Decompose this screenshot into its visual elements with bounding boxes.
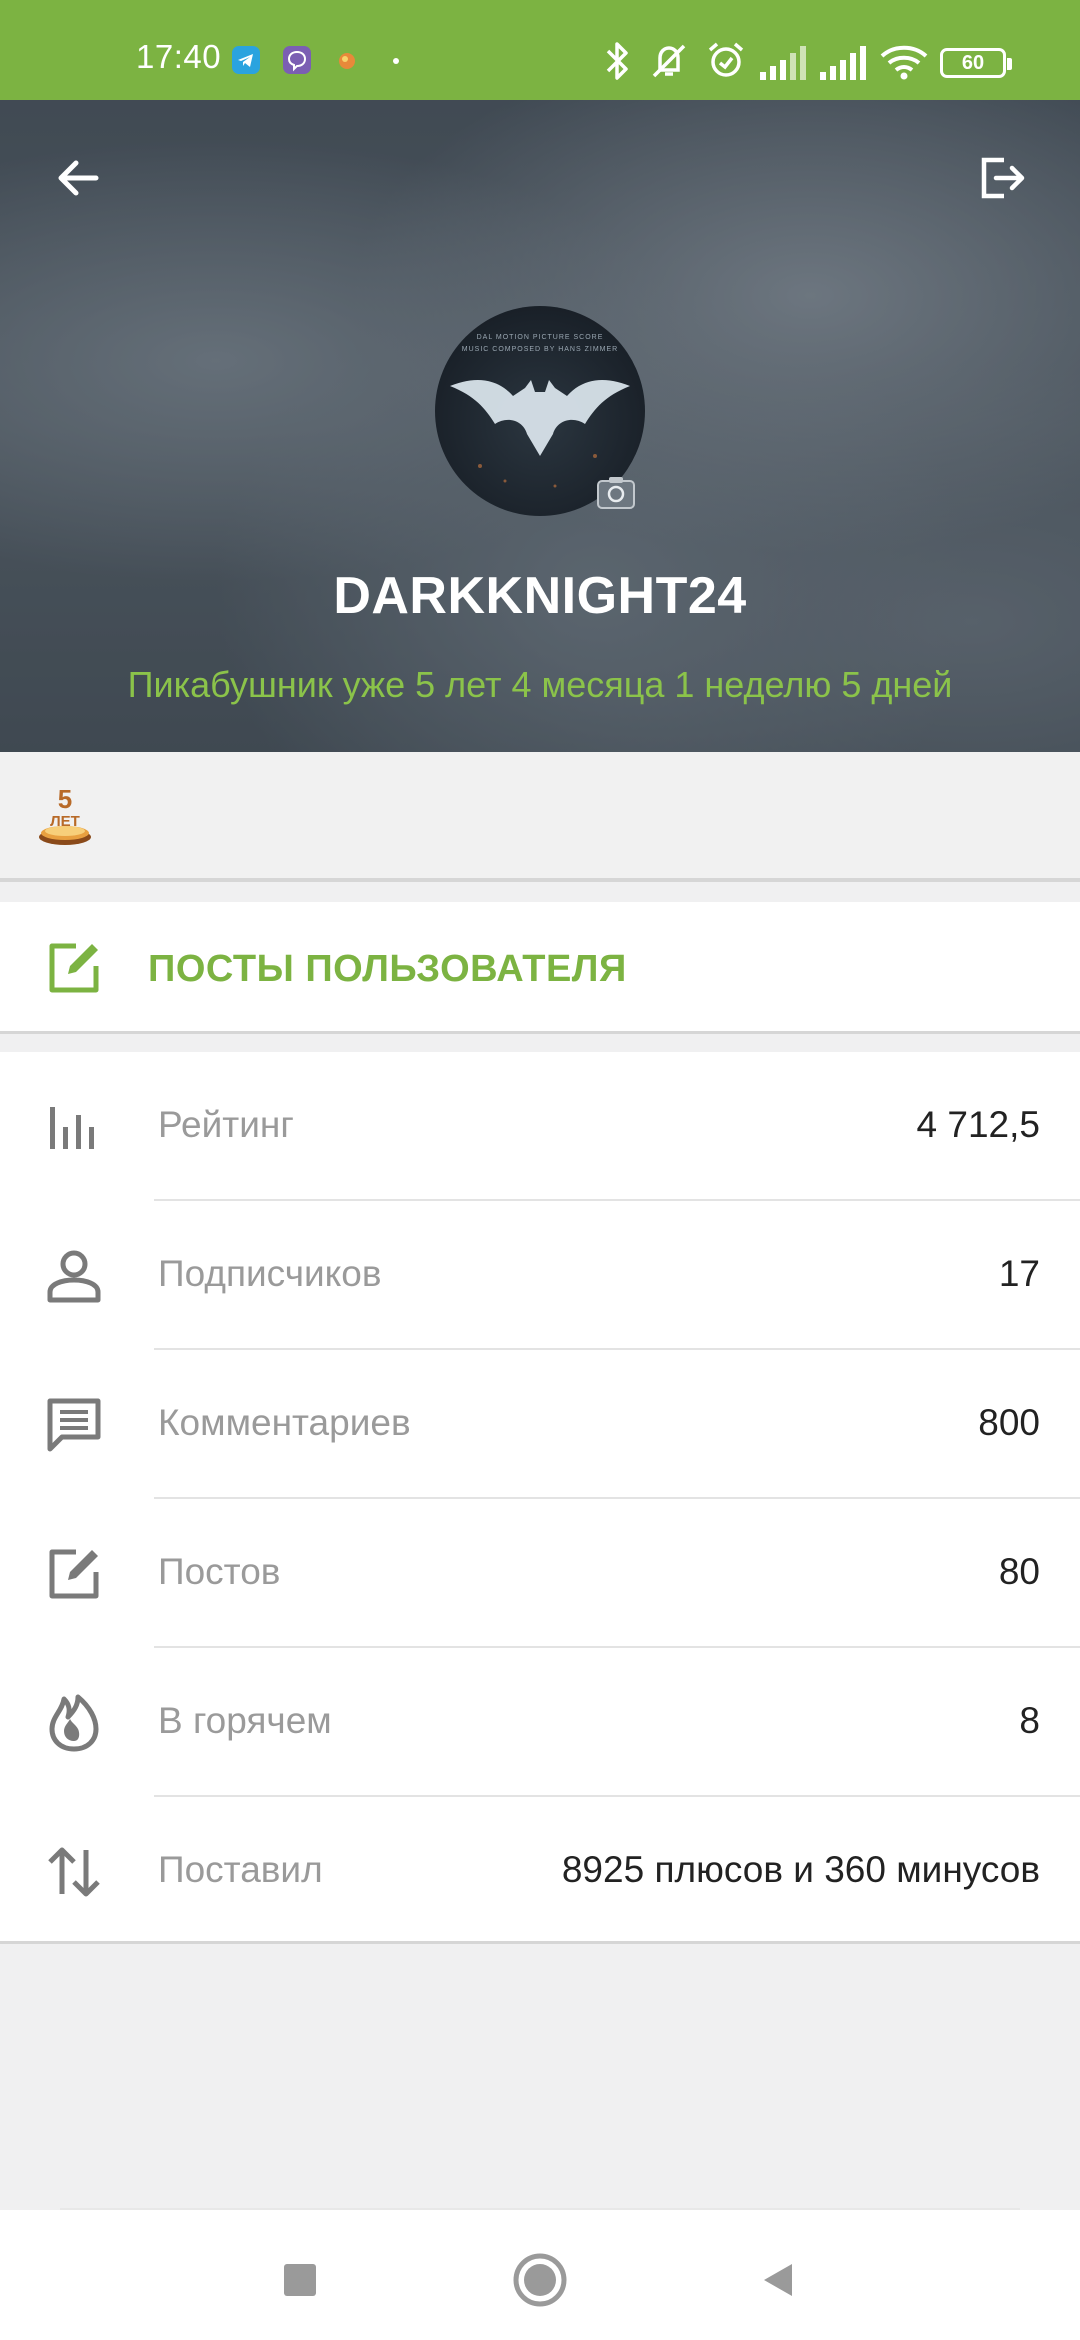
- username: DARKKNIGHT24: [333, 567, 747, 625]
- telegram-icon: [232, 46, 260, 74]
- sort-icon: [48, 1847, 100, 1897]
- stat-value: 80: [998, 1551, 1040, 1592]
- recents-button[interactable]: [270, 2250, 330, 2310]
- user-posts-label: ПОСТЫ ПОЛЬЗОВАТЕЛЯ: [148, 948, 627, 990]
- stat-label: Поставил: [158, 1849, 323, 1890]
- bluetooth-icon: [606, 42, 628, 80]
- rating-icon: [50, 1107, 94, 1149]
- app-icon: [333, 46, 361, 74]
- viber-icon: [283, 46, 311, 74]
- back-nav-button[interactable]: [748, 2250, 808, 2310]
- circle-icon: [513, 2253, 567, 2307]
- mute-icon: [652, 44, 686, 78]
- profile-header: DAL MOTION PICTURE SCORE MUSIC COMPOSED …: [0, 100, 1080, 752]
- comment-icon: [47, 1398, 101, 1452]
- stat-row-comments: Комментариев 800: [0, 1350, 1080, 1499]
- logout-button[interactable]: [966, 142, 1038, 214]
- triangle-back-icon: [764, 2264, 792, 2296]
- stat-label: Комментариев: [158, 1402, 411, 1443]
- edit-icon: [49, 1549, 99, 1599]
- stat-label: Рейтинг: [158, 1104, 294, 1145]
- alarm-icon: [708, 42, 744, 77]
- stat-row-rating: Рейтинг 4 712,5: [0, 1052, 1080, 1201]
- award-5-years-icon[interactable]: 5 ЛЕТ: [36, 782, 94, 846]
- stat-value: 4 712,5: [916, 1104, 1040, 1145]
- award-number: 5: [58, 784, 72, 814]
- member-since: Пикабушник уже 5 лет 4 месяца 1 неделю 5…: [127, 664, 953, 705]
- stat-row-votes: Поставил 8925 плюсов и 360 минусов: [0, 1797, 1080, 1946]
- status-bar: 17:40 60: [0, 0, 1080, 100]
- wifi-icon: [880, 45, 928, 80]
- stat-row-posts: Постов 80: [0, 1499, 1080, 1648]
- back-button[interactable]: [42, 142, 114, 214]
- stat-row-hot: В горячем 8: [0, 1648, 1080, 1797]
- stat-value: 8: [1019, 1700, 1040, 1741]
- stat-value: 8925 плюсов и 360 минусов: [561, 1849, 1040, 1890]
- battery-indicator: 60: [940, 48, 1012, 78]
- awards-bar: 5 ЛЕТ: [0, 752, 1080, 882]
- status-time: 17:40: [136, 38, 222, 75]
- edit-icon: [49, 943, 99, 993]
- user-posts-link[interactable]: ПОСТЫ ПОЛЬЗОВАТЕЛЯ: [0, 902, 1080, 1034]
- award-text: ЛЕТ: [50, 813, 80, 830]
- stat-label: В горячем: [158, 1700, 332, 1741]
- signal-icon: [820, 46, 866, 80]
- logout-icon: [981, 157, 1025, 199]
- stats-list: Рейтинг 4 712,5 Подписчиков 17 Комментар…: [0, 1052, 1080, 1944]
- home-button[interactable]: [510, 2250, 570, 2310]
- stat-value: 17: [998, 1253, 1040, 1294]
- signal-icon: [760, 46, 806, 80]
- stat-row-subscribers: Подписчиков 17: [0, 1201, 1080, 1350]
- stat-label: Постов: [158, 1551, 281, 1592]
- stat-label: Подписчиков: [158, 1253, 382, 1294]
- arrow-left-icon: [58, 160, 99, 196]
- fire-icon: [49, 1694, 99, 1752]
- notification-dot: [393, 58, 399, 64]
- square-icon: [284, 2264, 316, 2296]
- person-icon: [47, 1250, 101, 1303]
- camera-icon[interactable]: [596, 472, 636, 512]
- stat-value: 800: [978, 1402, 1040, 1443]
